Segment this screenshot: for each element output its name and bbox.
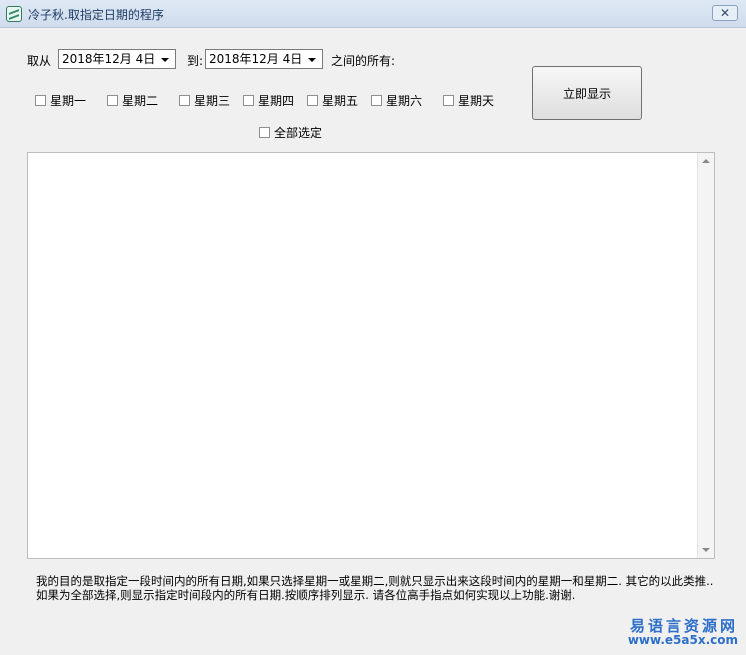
checkbox-box[interactable] [107, 95, 118, 106]
checkbox-label: 星期六 [386, 94, 423, 108]
checkbox-label: 星期二 [122, 94, 159, 108]
from-date-value: 2018年12月 4日 [62, 52, 156, 66]
checkbox-label: 星期一 [50, 94, 87, 108]
checkbox-saturday[interactable]: 星期六 [371, 92, 422, 109]
checkbox-label: 星期天 [458, 94, 495, 108]
checkbox-box[interactable] [259, 127, 270, 138]
scroll-up-icon[interactable] [702, 159, 710, 163]
close-icon: ✕ [719, 6, 731, 20]
checkbox-friday[interactable]: 星期五 [307, 92, 358, 109]
checkbox-label: 全部选定 [274, 126, 323, 140]
close-button[interactable]: ✕ [712, 5, 738, 21]
checkbox-box[interactable] [307, 95, 318, 106]
checkbox-box[interactable] [443, 95, 454, 106]
to-date-value: 2018年12月 4日 [209, 52, 303, 66]
watermark-line1: 易语言资源网 [629, 617, 738, 635]
from-date-picker[interactable]: 2018年12月 4日 [58, 49, 176, 69]
checkbox-tuesday[interactable]: 星期二 [107, 92, 158, 109]
checkbox-sunday[interactable]: 星期天 [443, 92, 494, 109]
checkbox-label: 星期三 [194, 94, 231, 108]
checkbox-monday[interactable]: 星期一 [35, 92, 86, 109]
checkbox-label: 星期四 [258, 94, 295, 108]
checkbox-select-all[interactable]: 全部选定 [259, 124, 322, 141]
checkbox-box[interactable] [371, 95, 382, 106]
checkbox-box[interactable] [35, 95, 46, 106]
vertical-scrollbar[interactable] [697, 153, 714, 558]
site-watermark: 易语言资源网 www.e5a5x.com [627, 617, 738, 648]
results-list[interactable] [27, 152, 715, 559]
checkbox-thursday[interactable]: 星期四 [243, 92, 294, 109]
app-icon [6, 6, 22, 22]
checkbox-label: 星期五 [322, 94, 359, 108]
checkbox-box[interactable] [179, 95, 190, 106]
window-title: 冷子秋.取指定日期的程序 [28, 8, 164, 22]
watermark-line2: www.e5a5x.com [627, 633, 738, 647]
from-label: 取从 [27, 54, 52, 68]
description-text: 我的目的是取指定一段时间内的所有日期,如果只选择星期一或星期二,则就只显示出来这… [36, 574, 714, 602]
title-bar: 冷子秋.取指定日期的程序 ✕ [0, 0, 746, 28]
chevron-down-icon[interactable] [308, 58, 316, 62]
show-now-button-label: 立即显示 [562, 86, 611, 101]
scroll-down-icon[interactable] [702, 548, 710, 552]
checkbox-box[interactable] [243, 95, 254, 106]
chevron-down-icon[interactable] [161, 58, 169, 62]
show-now-button[interactable]: 立即显示 [532, 66, 642, 120]
range-suffix-label: 之间的所有: [331, 54, 396, 68]
to-date-picker[interactable]: 2018年12月 4日 [205, 49, 323, 69]
checkbox-wednesday[interactable]: 星期三 [179, 92, 230, 109]
to-label: 到: [187, 54, 204, 68]
